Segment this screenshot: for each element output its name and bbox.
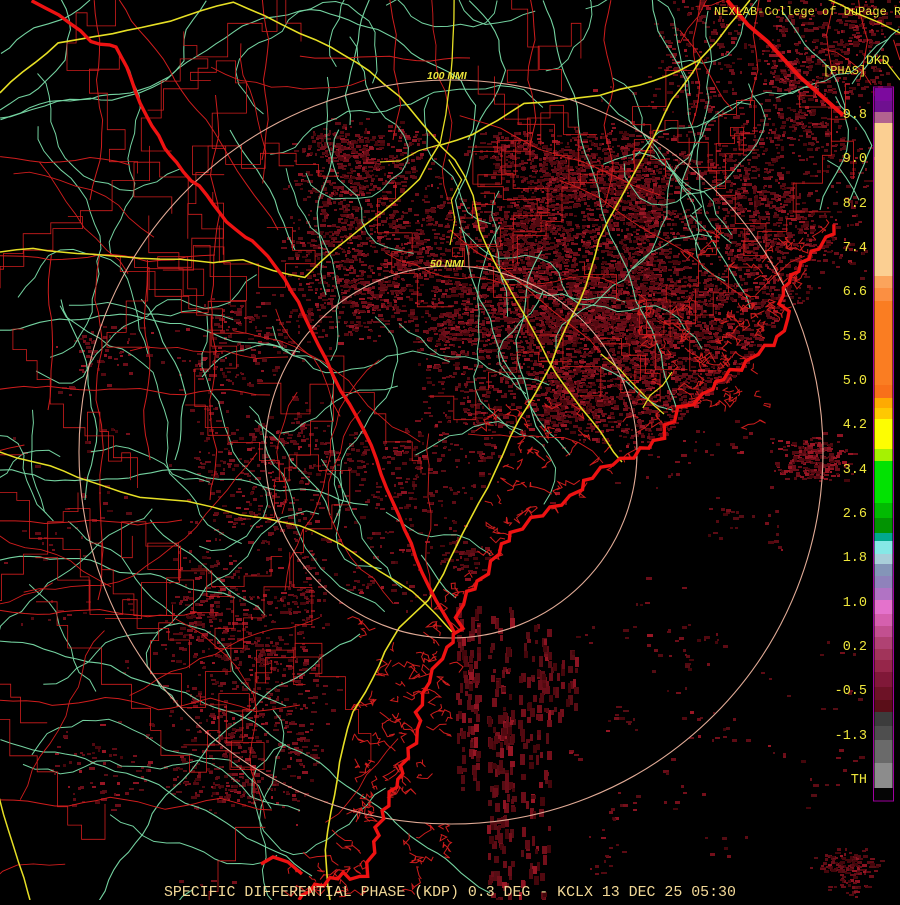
svg-text:SPECIFIC DIFFERENTIAL PHASE (K: SPECIFIC DIFFERENTIAL PHASE (KDP) 0.3 DE…	[164, 885, 736, 900]
svg-text:5.8: 5.8	[843, 330, 867, 345]
svg-text:9.0: 9.0	[843, 152, 867, 167]
svg-text:8.2: 8.2	[843, 197, 867, 212]
svg-text:[PHAS]: [PHAS]	[823, 64, 866, 78]
svg-text:5.0: 5.0	[843, 374, 867, 389]
svg-text:2.6: 2.6	[843, 507, 867, 522]
svg-text:1.8: 1.8	[843, 551, 867, 566]
svg-text:100 NMI: 100 NMI	[427, 70, 468, 82]
svg-text:3.4: 3.4	[843, 463, 867, 478]
svg-text:9.8: 9.8	[843, 108, 867, 123]
svg-text:DKD: DKD	[866, 53, 890, 68]
svg-text:50 NMI: 50 NMI	[430, 258, 465, 270]
svg-text:1.0: 1.0	[843, 596, 867, 611]
svg-text:TH: TH	[851, 773, 867, 788]
svg-text:-1.3: -1.3	[835, 729, 867, 744]
svg-text:4.2: 4.2	[843, 418, 867, 433]
svg-text:6.6: 6.6	[843, 285, 867, 300]
svg-text:NEXLAB-College of DuPage Ra: NEXLAB-College of DuPage Ra	[714, 5, 900, 19]
svg-text:-0.5: -0.5	[835, 684, 867, 699]
svg-text:0.2: 0.2	[843, 640, 867, 655]
svg-text:7.4: 7.4	[843, 241, 867, 256]
